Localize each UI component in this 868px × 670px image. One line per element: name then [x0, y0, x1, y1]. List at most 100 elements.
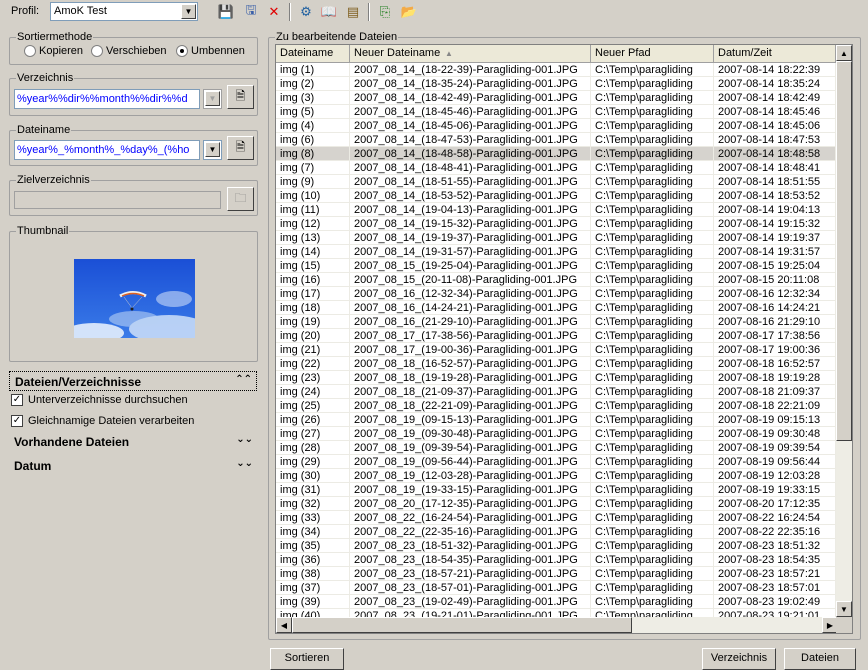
table-row[interactable]: img (19) 2007_08_16_(21-29-10)-Paraglidin… [276, 315, 836, 329]
table-row[interactable]: img (21) 2007_08_17_(19-00-36)-Paraglidin… [276, 343, 836, 357]
scroll-thumb[interactable] [836, 61, 852, 441]
checkbox-checked-icon[interactable]: ✓ [11, 394, 23, 406]
column-header-label: Neuer Dateiname [354, 47, 441, 59]
zielverzeichnis-group: Zielverzeichnis 🗀 [9, 174, 258, 216]
table-row[interactable]: img (15) 2007_08_15_(19-25-04)-Paraglidin… [276, 259, 836, 273]
checkbox-gleichnamige[interactable]: ✓ Gleichnamige Dateien verarbeiten [11, 415, 194, 427]
section-datum[interactable]: Datum ⌄⌄ [9, 456, 257, 476]
radio-dot-selected[interactable] [176, 45, 188, 57]
properties-icon[interactable]: ▤ [344, 3, 362, 21]
checkbox-checked-icon[interactable]: ✓ [11, 415, 23, 427]
cell-neuer-dateiname: 2007_08_14_(18-48-58)-Paragliding-001.JP… [350, 147, 591, 160]
verzeichnis-button[interactable]: Verzeichnis [702, 648, 776, 670]
open-folder-icon[interactable]: 📂 [400, 3, 418, 21]
table-row[interactable]: img (5) 2007_08_14_(18-45-46)-Paragliding… [276, 105, 836, 119]
table-row[interactable]: img (34) 2007_08_22_(22-35-16)-Paraglidin… [276, 525, 836, 539]
table-row[interactable]: img (18) 2007_08_16_(14-24-21)-Paraglidin… [276, 301, 836, 315]
scroll-up-icon[interactable]: ▲ [836, 45, 852, 61]
verzeichnis-dropdown[interactable]: ▼ [203, 89, 222, 109]
column-header-neuer-pfad[interactable]: Neuer Pfad [591, 45, 714, 63]
table-row[interactable]: img (13) 2007_08_14_(19-19-37)-Paraglidin… [276, 231, 836, 245]
sortieren-button[interactable]: Sortieren [270, 648, 344, 670]
dateiname-dropdown[interactable]: ▼ [203, 140, 222, 160]
table-row[interactable]: img (30) 2007_08_19_(12-03-28)-Paraglidin… [276, 469, 836, 483]
radio-umbennen[interactable]: Umbennen [176, 45, 245, 57]
cell-neuer-pfad: C:\Temp\paragliding [591, 371, 714, 384]
cell-datum-zeit: 2007-08-14 19:15:32 [714, 217, 836, 230]
dateiname-input[interactable]: %year%_%month%_%day%_(%ho [14, 140, 200, 160]
column-header-dateiname[interactable]: Dateiname [276, 45, 350, 63]
column-header-neuer-dateiname[interactable]: Neuer Dateiname ▲ [350, 45, 591, 63]
table-row[interactable]: img (28) 2007_08_19_(09-39-54)-Paraglidin… [276, 441, 836, 455]
table-row[interactable]: img (38) 2007_08_23_(18-57-21)-Paraglidin… [276, 567, 836, 581]
horizontal-scrollbar[interactable]: ◀ ▶ [276, 617, 838, 633]
radio-dot[interactable] [91, 45, 103, 57]
table-row[interactable]: img (14) 2007_08_14_(19-31-57)-Paraglidin… [276, 245, 836, 259]
table-row[interactable]: img (32) 2007_08_20_(17-12-35)-Paraglidin… [276, 497, 836, 511]
section-vorhandene-dateien[interactable]: Vorhandene Dateien ⌄⌄ [9, 432, 257, 452]
verzeichnis-input[interactable]: %year%%dir%%month%%dir%%d [14, 89, 200, 109]
table-row[interactable]: img (17) 2007_08_16_(12-32-34)-Paraglidin… [276, 287, 836, 301]
zielverzeichnis-input[interactable] [14, 191, 221, 209]
save-as-icon[interactable]: 💾 [217, 3, 235, 21]
table-row[interactable]: img (22) 2007_08_18_(16-52-57)-Paraglidin… [276, 357, 836, 371]
profil-value: AmoK Test [54, 5, 107, 17]
folder-icon: 🗀 [234, 190, 247, 205]
table-row[interactable]: img (16) 2007_08_15_(20-11-08)-Paraglidin… [276, 273, 836, 287]
table-row[interactable]: img (12) 2007_08_14_(19-15-32)-Paraglidin… [276, 217, 836, 231]
vertical-scrollbar[interactable]: ▲ ▼ [836, 45, 852, 617]
files-table[interactable]: Dateiname Neuer Dateiname ▲ Neuer Pfad D… [275, 44, 853, 634]
chevron-down-icon[interactable]: ▼ [181, 4, 196, 19]
table-row[interactable]: img (20) 2007_08_17_(17-38-56)-Paraglidin… [276, 329, 836, 343]
table-row[interactable]: img (1) 2007_08_14_(18-22-39)-Paragliding… [276, 63, 836, 77]
chevron-down-icon[interactable]: ▼ [205, 142, 220, 157]
chevron-down-icon[interactable]: ▼ [205, 91, 220, 106]
table-row[interactable]: img (35) 2007_08_23_(18-51-32)-Paraglidin… [276, 539, 836, 553]
table-row[interactable]: img (10) 2007_08_14_(18-53-52)-Paraglidin… [276, 189, 836, 203]
save-icon[interactable]: 🖫 [242, 2, 260, 21]
table-row[interactable]: img (31) 2007_08_19_(19-33-15)-Paraglidin… [276, 483, 836, 497]
table-row[interactable]: img (25) 2007_08_18_(22-21-09)-Paraglidin… [276, 399, 836, 413]
settings-icon[interactable]: ⚙ [297, 3, 315, 21]
table-row[interactable]: img (37) 2007_08_23_(18-57-01)-Paraglidin… [276, 581, 836, 595]
book-icon[interactable]: 📖 [320, 3, 338, 21]
profil-select[interactable]: AmoK Test ▼ [50, 2, 198, 21]
checkbox-unterverzeichnisse[interactable]: ✓ Unterverzeichnisse durchsuchen [11, 394, 188, 406]
table-row[interactable]: img (2) 2007_08_14_(18-35-24)-Paragliding… [276, 77, 836, 91]
table-row[interactable]: img (36) 2007_08_23_(18-54-35)-Paraglidin… [276, 553, 836, 567]
cell-neuer-pfad: C:\Temp\paragliding [591, 497, 714, 510]
toolbar: Profil: AmoK Test ▼ 💾 🖫 ✕ ⚙ 📖 ▤ ⎘ 📂 [0, 0, 868, 26]
table-row[interactable]: img (23) 2007_08_18_(19-19-28)-Paraglidin… [276, 371, 836, 385]
table-row[interactable]: img (26) 2007_08_19_(09-15-13)-Paraglidin… [276, 413, 836, 427]
chevron-up-double-icon[interactable]: ⌃⌃ [235, 374, 252, 385]
scroll-down-icon[interactable]: ▼ [836, 601, 852, 617]
scroll-thumb[interactable] [292, 617, 632, 633]
verzeichnis-edit-button[interactable]: 🗎 [227, 85, 254, 109]
table-row[interactable]: img (7) 2007_08_14_(18-48-41)-Paragliding… [276, 161, 836, 175]
table-row[interactable]: img (24) 2007_08_18_(21-09-37)-Paraglidin… [276, 385, 836, 399]
table-row[interactable]: img (3) 2007_08_14_(18-42-49)-Paragliding… [276, 91, 836, 105]
column-header-datum-zeit[interactable]: Datum/Zeit [714, 45, 836, 63]
section-dateien-verzeichnisse[interactable]: Dateien/Verzeichnisse ⌃⌃ [9, 371, 257, 391]
radio-verschieben[interactable]: Verschieben [91, 45, 167, 57]
table-row[interactable]: img (39) 2007_08_23_(19-02-49)-Paraglidin… [276, 595, 836, 609]
chevron-down-double-icon[interactable]: ⌄⌄ [236, 458, 253, 469]
import-icon[interactable]: ⎘ [376, 3, 394, 21]
radio-kopieren[interactable]: Kopieren [24, 45, 83, 57]
table-row[interactable]: img (9) 2007_08_14_(18-51-55)-Paragliding… [276, 175, 836, 189]
table-row[interactable]: img (8) 2007_08_14_(18-48-58)-Paragliding… [276, 147, 836, 161]
table-row[interactable]: img (29) 2007_08_19_(09-56-44)-Paraglidin… [276, 455, 836, 469]
table-row[interactable]: img (4) 2007_08_14_(18-45-06)-Paragliding… [276, 119, 836, 133]
table-row[interactable]: img (11) 2007_08_14_(19-04-13)-Paraglidin… [276, 203, 836, 217]
chevron-down-double-icon[interactable]: ⌄⌄ [236, 434, 253, 445]
table-row[interactable]: img (33) 2007_08_22_(16-24-54)-Paraglidin… [276, 511, 836, 525]
scroll-left-icon[interactable]: ◀ [276, 617, 292, 633]
zielverzeichnis-browse-button[interactable]: 🗀 [227, 187, 254, 211]
table-row[interactable]: img (27) 2007_08_19_(09-30-48)-Paraglidin… [276, 427, 836, 441]
table-row[interactable]: img (6) 2007_08_14_(18-47-53)-Paragliding… [276, 133, 836, 147]
dateien-button[interactable]: Dateien [784, 648, 856, 670]
cell-neuer-pfad: C:\Temp\paragliding [591, 91, 714, 104]
delete-icon[interactable]: ✕ [265, 3, 283, 21]
radio-dot[interactable] [24, 45, 36, 57]
dateiname-edit-button[interactable]: 🗎 [227, 136, 254, 160]
